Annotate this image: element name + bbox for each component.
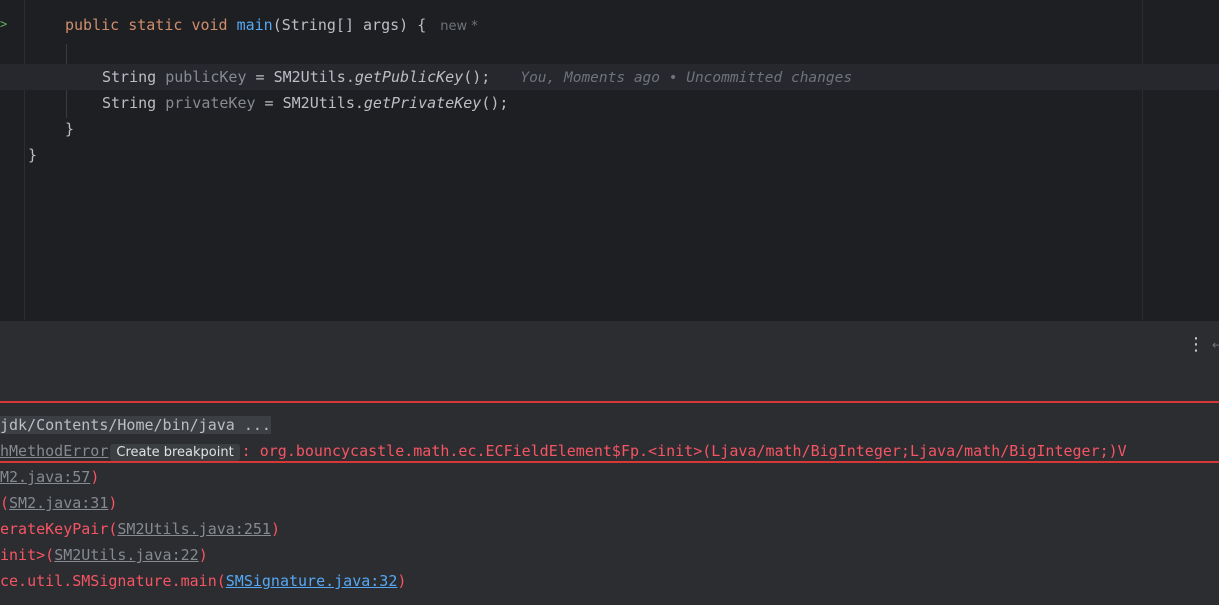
keyword-void: void	[191, 16, 228, 34]
code-line-private-key: String privateKey = SM2Utils.getPrivateK…	[102, 90, 508, 116]
frame-tail: )	[397, 572, 407, 590]
hide-panel-icon[interactable]: ←	[1212, 338, 1219, 352]
method-closing-brace: }	[65, 120, 75, 138]
code-editor[interactable]: > public static void main(String[] args)…	[0, 0, 1219, 320]
author-hint[interactable]: new *	[440, 19, 478, 34]
frame-method: (	[0, 494, 10, 512]
variable-public-key: publicKey	[165, 68, 247, 86]
run-tool-window-toolbar	[0, 371, 1219, 401]
right-margin-guide	[1142, 0, 1143, 320]
class-closing-brace: }	[28, 146, 38, 164]
run-tool-window-header	[0, 320, 1219, 372]
keyword-static: static	[128, 16, 183, 34]
stack-frame: (SM2.java:31)	[0, 490, 117, 516]
stack-frame-link[interactable]: M2.java:57	[0, 468, 90, 486]
stack-frame: ce.util.SMSignature.main(SMSignature.jav…	[0, 568, 406, 594]
run-gutter-icon[interactable]: >	[0, 17, 7, 31]
method-call-get-private-key: getPrivateKey	[363, 94, 482, 112]
stack-frame-link[interactable]: SMSignature.java:32	[226, 572, 398, 590]
frame-tail: )	[108, 494, 118, 512]
frame-tail: )	[198, 546, 208, 564]
main-method-signature: public static void main(String[] args) {…	[65, 12, 478, 40]
gutter-divider	[24, 0, 25, 320]
call-tail: ();	[463, 68, 491, 86]
frame-tail: )	[270, 520, 280, 538]
stack-frame: M2.java:57)	[0, 464, 99, 490]
type-string: String	[102, 94, 157, 112]
git-blame-annotation[interactable]: You, Moments ago • Uncommitted changes	[520, 70, 852, 86]
stack-frame: init>(SM2Utils.java:22)	[0, 542, 208, 568]
stack-frame: erateKeyPair(SM2Utils.java:251)	[0, 516, 280, 542]
method-params: (String[] args) {	[272, 16, 427, 34]
type-string: String	[102, 68, 157, 86]
assignment: = SM2Utils.	[255, 94, 364, 112]
more-options-icon[interactable]: ⋮	[1187, 334, 1205, 355]
frame-method: erateKeyPair(	[0, 520, 118, 538]
call-tail: ();	[481, 94, 509, 112]
keyword-public: public	[65, 16, 120, 34]
variable-private-key: privateKey	[165, 94, 256, 112]
assignment: = SM2Utils.	[246, 68, 355, 86]
stack-frame-link[interactable]: SM2Utils.java:22	[54, 546, 199, 564]
frame-method: ce.util.SMSignature.main(	[0, 572, 226, 590]
highlight-annotation-box	[0, 401, 1219, 463]
frame-method: init>(	[0, 546, 55, 564]
stack-frame-link[interactable]: SM2.java:31	[9, 494, 108, 512]
frame-tail: )	[90, 468, 100, 486]
method-name: main	[236, 16, 273, 34]
method-call-get-public-key: getPublicKey	[354, 68, 464, 86]
stack-frame-link[interactable]: SM2Utils.java:251	[117, 520, 271, 538]
code-line-public-key: String publicKey = SM2Utils.getPublicKey…	[102, 64, 852, 91]
